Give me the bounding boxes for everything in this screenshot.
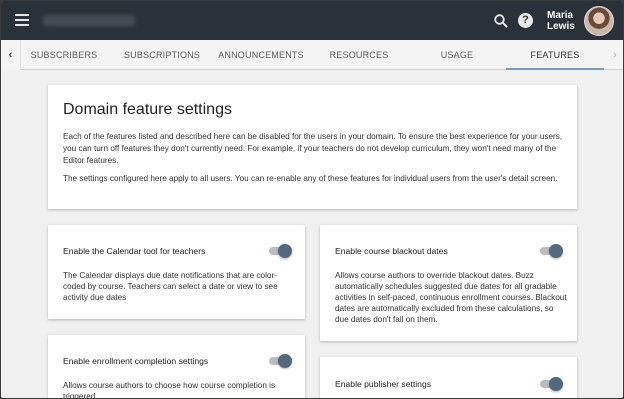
app-logo (43, 15, 135, 26)
setting-card-publisher: Enable publisher settings (320, 357, 577, 398)
top-app-bar: ? Maria Lewis (1, 1, 623, 40)
blackout-dates-toggle[interactable] (540, 244, 563, 258)
help-icon[interactable]: ? (518, 13, 533, 28)
setting-card-enrollment-completion: Enable enrollment completion settings Al… (48, 335, 305, 398)
user-last-name: Lewis (547, 21, 575, 32)
app-window: ? Maria Lewis ‹ SUBSCRIBERS SUBSCRIPTION… (1, 1, 623, 398)
tab-resources[interactable]: RESOURCES (319, 40, 399, 70)
setting-title: Enable publisher settings (335, 379, 432, 389)
setting-card-calendar: Enable the Calendar tool for teachers Th… (48, 225, 305, 319)
intro-note: The settings configured here apply to al… (63, 174, 558, 183)
enrollment-completion-toggle[interactable] (269, 354, 292, 368)
avatar[interactable] (584, 6, 614, 36)
setting-description: The Calendar displays due date notificat… (63, 271, 278, 302)
tab-usage[interactable]: USAGE (415, 40, 499, 70)
menu-icon[interactable] (15, 14, 29, 26)
setting-title: Enable enrollment completion settings (63, 356, 209, 366)
user-first-name: Maria (547, 10, 574, 21)
tab-features[interactable]: FEATURES (506, 40, 604, 70)
tab-subscriptions[interactable]: SUBSCRIPTIONS (117, 40, 207, 70)
calendar-toggle[interactable] (269, 244, 292, 258)
tab-subscribers[interactable]: SUBSCRIBERS (21, 40, 107, 70)
intro-paragraph: Each of the features listed and describe… (63, 132, 563, 165)
tab-announcements[interactable]: ANNOUNCEMENTS (213, 40, 309, 70)
setting-title: Enable course blackout dates (335, 246, 448, 256)
tab-scroll-right-icon[interactable]: › (605, 40, 623, 70)
setting-title: Enable the Calendar tool for teachers (63, 246, 206, 256)
domain-feature-settings-card: Domain feature settings Each of the feat… (48, 85, 577, 209)
setting-description: Allows course authors to choose how cour… (63, 381, 276, 398)
page-title: Domain feature settings (63, 101, 232, 118)
publisher-toggle[interactable] (540, 377, 563, 391)
setting-card-blackout-dates: Enable course blackout dates Allows cour… (320, 225, 577, 341)
search-icon[interactable] (493, 13, 509, 29)
tab-bar: ‹ SUBSCRIBERS SUBSCRIPTIONS ANNOUNCEMENT… (1, 40, 623, 70)
user-name[interactable]: Maria Lewis (547, 10, 581, 32)
tab-scroll-left-icon[interactable]: ‹ (1, 40, 21, 70)
setting-description: Allows course authors to override blacko… (335, 271, 567, 324)
